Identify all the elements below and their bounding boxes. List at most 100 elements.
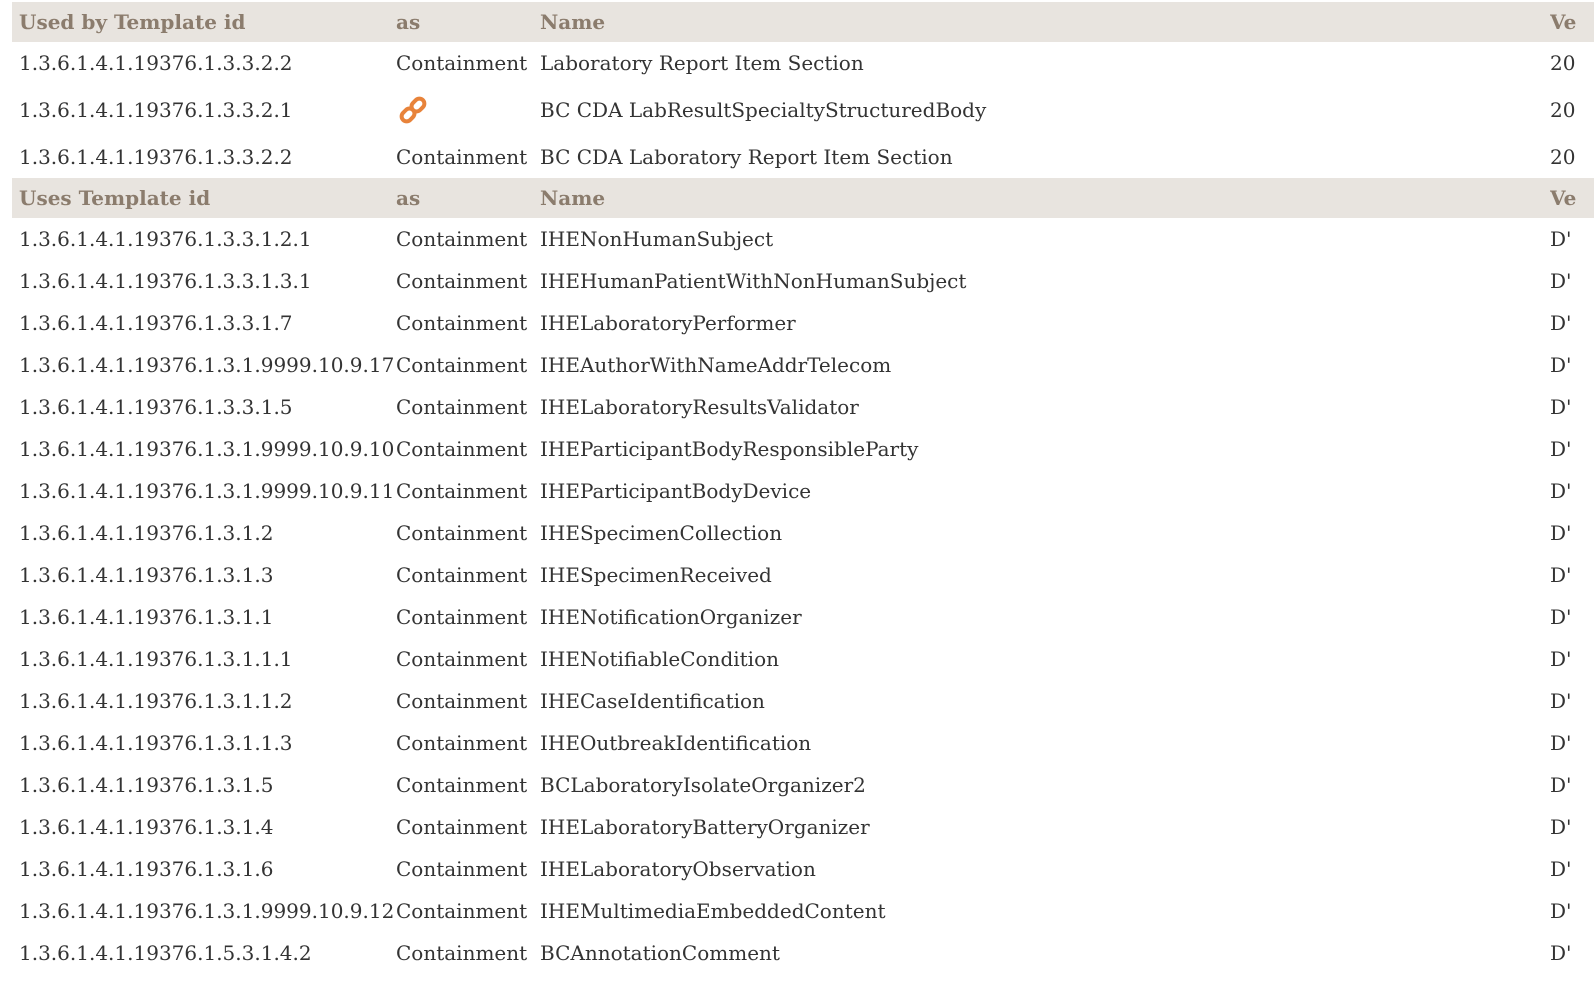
relation-type: Containment [396, 479, 528, 503]
template-name-link[interactable]: BCAnnotationComment [540, 932, 1540, 974]
header-name: Name [540, 10, 606, 34]
table-row: 1.3.6.1.4.1.19376.1.3.1.1 Containment IHEN… [12, 596, 1594, 638]
template-name-link[interactable]: IHEHumanPatientWithNonHumanSubject [540, 260, 1540, 302]
table-row: 1.3.6.1.4.1.19376.1.3.1.1.2 Containment IH… [12, 680, 1594, 722]
relation-type: Containment [396, 51, 528, 75]
template-name-link[interactable]: IHEOutbreakIdentification [540, 722, 1540, 764]
relation-type: Containment [396, 145, 528, 169]
template-name-link[interactable]: IHESpecimenReceived [540, 554, 1540, 596]
template-relations-table: Used by Template id as Name Ve 1.3.6.1.4… [12, 2, 1594, 974]
table-row: 1.3.6.1.4.1.19376.1.5.3.1.4.2 Containment… [12, 932, 1594, 974]
template-version: D' [1550, 563, 1572, 587]
template-name-link[interactable]: IHEParticipantBodyDevice [540, 470, 1540, 512]
table-row: 1.3.6.1.4.1.19376.1.3.1.2 Containment IHES… [12, 512, 1594, 554]
template-name-link[interactable]: BC CDA LabResultSpecialtyStructuredBody [540, 84, 1540, 136]
template-version: D' [1550, 395, 1572, 419]
table-row: 1.3.6.1.4.1.19376.1.3.1.9999.10.9.12 Cont… [12, 890, 1594, 932]
template-name-link[interactable]: Laboratory Report Item Section [540, 42, 1540, 84]
template-name-link[interactable]: IHEParticipantBodyResponsibleParty [540, 428, 1540, 470]
template-id: 1.3.6.1.4.1.19376.1.3.1.5 [19, 773, 274, 797]
table-row: 1.3.6.1.4.1.19376.1.3.1.9999.10.9.11 Cont… [12, 470, 1594, 512]
relation-type: Containment [396, 941, 528, 965]
template-version: 20 [1550, 51, 1576, 75]
template-version: D' [1550, 479, 1572, 503]
table-row: 1.3.6.1.4.1.19376.1.3.1.3 Containment IHES… [12, 554, 1594, 596]
header-as: as [396, 186, 421, 210]
table-row: 1.3.6.1.4.1.19376.1.3.1.9999.10.9.17 Cont… [12, 344, 1594, 386]
template-name-link[interactable]: IHELaboratoryBatteryOrganizer [540, 806, 1540, 848]
template-version: D' [1550, 521, 1572, 545]
uses-header-row: Uses Template id as Name Ve [12, 178, 1594, 218]
template-id: 1.3.6.1.4.1.19376.1.3.1.9999.10.9.12 [19, 899, 395, 923]
template-id: 1.3.6.1.4.1.19376.1.5.3.1.4.2 [19, 941, 312, 965]
header-as: as [396, 10, 421, 34]
relation-type: Containment [396, 731, 528, 755]
relation-type: Containment [396, 647, 528, 671]
relation-type: Containment [396, 269, 528, 293]
template-name-link[interactable]: IHEAuthorWithNameAddrTelecom [540, 344, 1540, 386]
relation-type: Containment [396, 563, 528, 587]
template-id: 1.3.6.1.4.1.19376.1.3.1.6 [19, 857, 274, 881]
template-version: D' [1550, 311, 1572, 335]
relation-type: Containment [396, 353, 528, 377]
template-version: D' [1550, 353, 1572, 377]
relation-type: Containment [396, 899, 528, 923]
table-row: 1.3.6.1.4.1.19376.1.3.1.6 Containment IHEL… [12, 848, 1594, 890]
template-name-link[interactable]: BC CDA Laboratory Report Item Section [540, 136, 1540, 178]
header-template-id: Used by Template id [19, 10, 246, 34]
template-version: D' [1550, 689, 1572, 713]
template-version: D' [1550, 815, 1572, 839]
template-id: 1.3.6.1.4.1.19376.1.3.3.2.2 [19, 51, 293, 75]
template-name-link[interactable]: IHESpecimenCollection [540, 512, 1540, 554]
template-version: D' [1550, 899, 1572, 923]
header-template-id: Uses Template id [19, 186, 211, 210]
table-row: 1.3.6.1.4.1.19376.1.3.1.4 Containment IHEL… [12, 806, 1594, 848]
table-row: 1.3.6.1.4.1.19376.1.3.1.9999.10.9.10 Cont… [12, 428, 1594, 470]
template-name-link[interactable]: IHENonHumanSubject [540, 218, 1540, 260]
template-version: D' [1550, 773, 1572, 797]
table-row: 1.3.6.1.4.1.19376.1.3.1.5 Containment BCLa… [12, 764, 1594, 806]
template-id: 1.3.6.1.4.1.19376.1.3.1.1.1 [19, 647, 293, 671]
relation-type: Containment [396, 605, 528, 629]
template-version: D' [1550, 731, 1572, 755]
template-id: 1.3.6.1.4.1.19376.1.3.3.1.7 [19, 311, 293, 335]
used-by-header-row: Used by Template id as Name Ve [12, 2, 1594, 42]
template-version: 20 [1550, 145, 1576, 169]
header-name: Name [540, 186, 606, 210]
relation-type: Containment [396, 689, 528, 713]
table-row: 1.3.6.1.4.1.19376.1.3.3.1.2.1 Containment… [12, 218, 1594, 260]
table-row: 1.3.6.1.4.1.19376.1.3.3.1.3.1 Containment… [12, 260, 1594, 302]
template-name-link[interactable]: IHECaseIdentification [540, 680, 1540, 722]
table-row: 1.3.6.1.4.1.19376.1.3.1.1.3 Containment IH… [12, 722, 1594, 764]
template-name-link[interactable]: IHEMultimediaEmbeddedContent [540, 890, 1540, 932]
link-icon [396, 84, 536, 136]
template-id: 1.3.6.1.4.1.19376.1.3.1.3 [19, 563, 274, 587]
template-name-link[interactable]: BCLaboratoryIsolateOrganizer2 [540, 764, 1540, 806]
template-name-link[interactable]: IHELaboratoryResultsValidator [540, 386, 1540, 428]
table-row: 1.3.6.1.4.1.19376.1.3.3.2.2 Containment … [12, 136, 1594, 178]
template-id: 1.3.6.1.4.1.19376.1.3.3.2.1 [19, 98, 293, 122]
template-version: 20 [1550, 98, 1576, 122]
template-version: D' [1550, 227, 1572, 251]
template-name-link[interactable]: IHELaboratoryObservation [540, 848, 1540, 890]
relation-type: Containment [396, 437, 528, 461]
template-name-link[interactable]: IHELaboratoryPerformer [540, 302, 1540, 344]
template-id: 1.3.6.1.4.1.19376.1.3.3.1.5 [19, 395, 293, 419]
template-name-link[interactable]: IHENotifiableCondition [540, 638, 1540, 680]
template-id: 1.3.6.1.4.1.19376.1.3.1.9999.10.9.17 [19, 353, 395, 377]
template-version: D' [1550, 647, 1572, 671]
template-id: 1.3.6.1.4.1.19376.1.3.3.1.3.1 [19, 269, 312, 293]
template-version: D' [1550, 269, 1572, 293]
template-id: 1.3.6.1.4.1.19376.1.3.1.1 [19, 605, 274, 629]
template-id: 1.3.6.1.4.1.19376.1.3.1.1.3 [19, 731, 293, 755]
header-version: Ve [1550, 186, 1577, 210]
template-name-link[interactable]: IHENotificationOrganizer [540, 596, 1540, 638]
template-version: D' [1550, 605, 1572, 629]
table-row: 1.3.6.1.4.1.19376.1.3.3.2.1 BC CDA LabRe… [12, 84, 1594, 136]
template-version: D' [1550, 437, 1572, 461]
template-version: D' [1550, 941, 1572, 965]
table-row: 1.3.6.1.4.1.19376.1.3.3.2.2 Containment … [12, 42, 1594, 84]
uses-rows: 1.3.6.1.4.1.19376.1.3.3.1.2.1 Containment… [12, 218, 1594, 974]
table-row: 1.3.6.1.4.1.19376.1.3.1.1.1 Containment IH… [12, 638, 1594, 680]
relation-type: Containment [396, 311, 528, 335]
